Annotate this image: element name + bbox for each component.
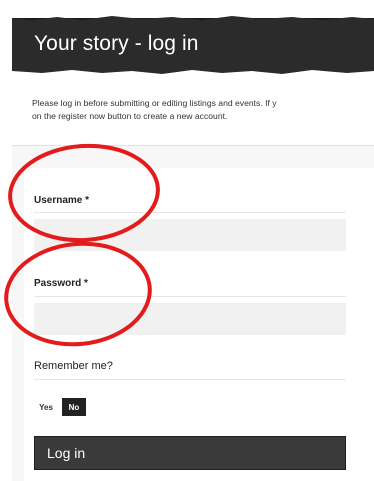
remember-me-label: Remember me? <box>34 360 113 372</box>
remember-no-button[interactable]: No <box>62 398 86 416</box>
password-label: Password * <box>34 278 88 289</box>
username-divider <box>34 212 346 213</box>
remember-me-toggle: Yes No <box>34 398 86 416</box>
login-page: Your story - log in Please log in before… <box>0 0 374 481</box>
login-button[interactable]: Log in <box>34 436 346 470</box>
remember-divider <box>34 379 346 380</box>
username-label: Username * <box>34 195 90 206</box>
header-rough-edge-top <box>12 16 374 22</box>
header-rough-edge-bottom <box>12 67 374 74</box>
intro-line-2: on the register now button to create a n… <box>32 111 228 121</box>
password-divider <box>34 296 346 297</box>
page-header: Your story - log in <box>12 16 374 74</box>
password-input[interactable] <box>34 303 346 335</box>
remember-yes-button[interactable]: Yes <box>34 398 58 416</box>
intro-line-1: Please log in before submitting or editi… <box>32 98 277 108</box>
page-title: Your story - log in <box>34 32 199 55</box>
username-input[interactable] <box>34 219 346 251</box>
intro-text: Please log in before submitting or editi… <box>32 97 374 123</box>
